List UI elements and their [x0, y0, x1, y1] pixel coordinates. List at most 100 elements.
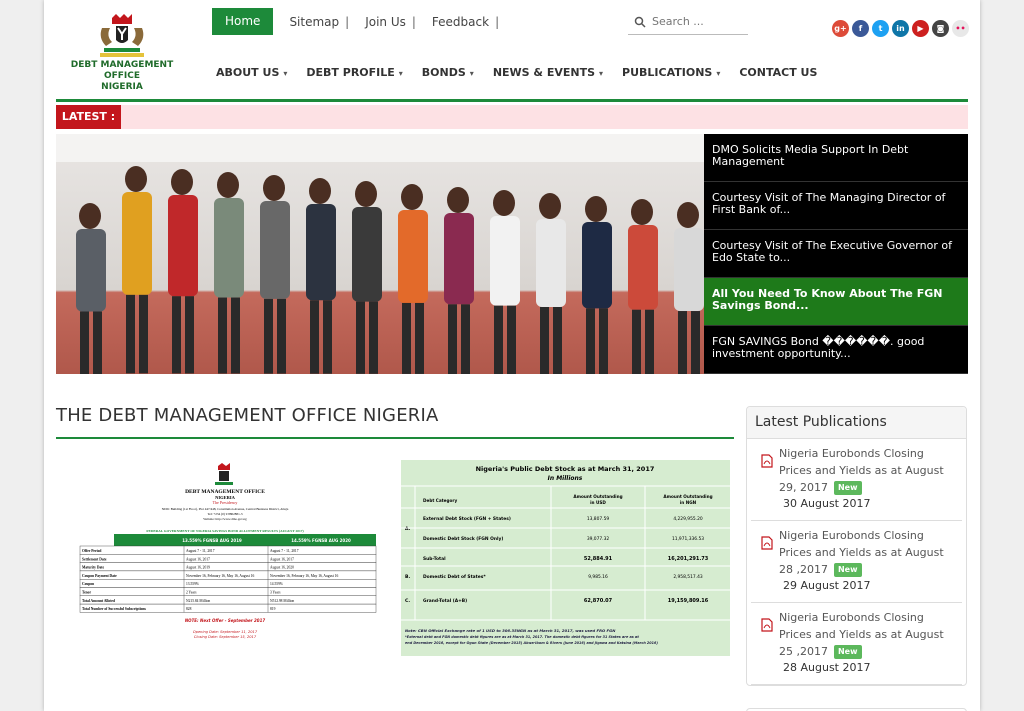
doc2-cell: 9,985.16 [588, 574, 608, 580]
person-leg [507, 305, 516, 374]
site-logo[interactable]: DEBT MANAGEMENT OFFICE NIGERIA [56, 8, 188, 92]
slider-news-item[interactable]: All You Need To Know About The FGN Savin… [704, 278, 968, 326]
latest-publications-panel: Latest Publications Nigeria Eurobonds Cl… [746, 406, 967, 686]
nav-contact-us[interactable]: CONTACT US [739, 66, 817, 79]
publication-link[interactable]: Nigeria Eurobonds Closing Prices and Yie… [779, 527, 959, 578]
doc1-col2: 14.559% FGNSB AUG 2020 [291, 538, 351, 543]
doc2-cell: Sub-Total [423, 556, 446, 562]
person-head [355, 181, 377, 207]
pdf-icon [761, 454, 773, 468]
nav-label: PUBLICATIONS [622, 66, 713, 79]
slider-news-item[interactable]: Courtesy Visit of The Managing Director … [704, 182, 968, 230]
coat-of-arms-icon [90, 8, 154, 58]
person-head [631, 199, 653, 225]
person-body [214, 198, 244, 298]
person-body [168, 195, 198, 297]
nav-publications[interactable]: PUBLICATIONS ▾ [622, 66, 720, 79]
doc2-cell: 52,884.91 [584, 556, 613, 562]
publication-link[interactable]: Nigeria Eurobonds Closing Prices and Yie… [779, 609, 959, 660]
feedback-link[interactable]: Feedback | [432, 15, 499, 29]
header-divider [56, 99, 968, 102]
person-leg [448, 304, 457, 374]
person-head [263, 175, 285, 201]
nav-label: ABOUT US [216, 66, 280, 79]
join-us-label[interactable]: Join Us [365, 15, 406, 29]
instagram-icon[interactable]: ◙ [932, 20, 949, 37]
person-head [401, 184, 423, 210]
facebook-icon[interactable]: f [852, 20, 869, 37]
slide-photo[interactable] [56, 134, 704, 374]
doc1-cell: Coupon [82, 582, 94, 586]
doc2-cell: 13,807.59 [587, 516, 610, 522]
doc2-header-line: in USD [590, 500, 606, 505]
person-body [674, 228, 704, 312]
doc2-note2-line1: *External debt and FGN domestic debt fig… [405, 635, 639, 639]
doc1-row [79, 587, 377, 597]
person-body [76, 229, 106, 312]
person-head [309, 178, 331, 204]
page-title: THE DEBT MANAGEMENT OFFICE NIGERIA [56, 405, 439, 426]
google-plus-icon[interactable]: g+ [832, 20, 849, 37]
publication-link[interactable]: Nigeria Eurobonds Closing Prices and Yie… [779, 445, 959, 496]
doc1-cell: Maturity Date [82, 566, 104, 570]
top-links: Home Sitemap | Join Us | Feedback | [212, 8, 499, 35]
linkedin-icon[interactable]: in [892, 20, 909, 37]
youtube-icon[interactable]: ▶ [912, 20, 929, 37]
doc2-header: Debt Category [423, 498, 457, 503]
doc2-header: Amount Outstanding in USD [573, 494, 622, 505]
doc1-cell: Coupon Payment Date [82, 574, 117, 578]
slider-news-item[interactable]: FGN SAVINGS Bond ������. good investment… [704, 326, 968, 374]
new-badge: New [833, 563, 862, 577]
flickr-icon[interactable]: •• [952, 20, 969, 37]
doc1-sub: The Presidency [213, 500, 238, 505]
nav-news-events[interactable]: NEWS & EVENTS ▾ [493, 66, 603, 79]
person-leg [277, 298, 286, 374]
doc1-website: Website: http://www.dmo.gov.ng [203, 517, 247, 521]
doc2-cell: 39,077.32 [587, 536, 610, 542]
slider-news-item[interactable]: DMO Solicits Media Support In Debt Manag… [704, 134, 968, 182]
join-us-link[interactable]: Join Us | [365, 15, 416, 29]
nav-label: BONDS [421, 66, 466, 79]
person-head [79, 203, 101, 229]
person-head [493, 190, 515, 216]
public-debt-stock-image[interactable]: Nigeria's Public Debt Stock as at March … [401, 460, 730, 656]
home-button[interactable]: Home [212, 8, 274, 35]
person-leg [185, 296, 194, 374]
doc1-heading: FEDERAL GOVERNMENT OF NIGERIA SAVINGS BO… [146, 529, 304, 533]
page-container: DEBT MANAGEMENT OFFICE NIGERIA Home Site… [44, 0, 980, 711]
nav-about-us[interactable]: ABOUT US ▾ [216, 66, 287, 79]
social-links: g+ f t in ▶ ◙ •• [832, 20, 972, 37]
crest-shield [219, 471, 229, 481]
person-body [628, 225, 658, 310]
doc1-row [79, 545, 377, 555]
twitter-icon[interactable]: t [872, 20, 889, 37]
feedback-label[interactable]: Feedback [432, 15, 489, 29]
doc2-cell: Domestic Debt Stock (FGN Only) [423, 536, 503, 542]
doc2-cell: External Debt Stock (FGN + States) [423, 516, 511, 522]
doc1-cell: Settlement Date [82, 557, 107, 561]
person-leg [139, 294, 148, 374]
doc2-note1: Note: CBN Official Exchange rate of 1 US… [405, 628, 616, 633]
person-leg [415, 302, 424, 374]
publication-item: Nigeria Eurobonds Closing Prices and Yie… [751, 603, 962, 685]
nav-debt-profile[interactable]: DEBT PROFILE ▾ [306, 66, 402, 79]
nav-bonds[interactable]: BONDS ▾ [422, 66, 474, 79]
person-leg [632, 309, 641, 374]
new-badge: New [833, 481, 862, 495]
savings-bond-results-image[interactable]: DEBT MANAGEMENT OFFICE NIGERIA The Presi… [66, 460, 384, 650]
search-icon[interactable] [634, 16, 646, 28]
person-leg [93, 311, 102, 374]
doc2-header: Amount Outstanding in NGN [663, 494, 712, 505]
nav-label: NEWS & EVENTS [492, 66, 596, 79]
crest-base [215, 482, 233, 485]
doc2-cell: 62,870.07 [584, 598, 613, 604]
person-body [352, 207, 382, 302]
doc2-cell: 2,958,517.43 [673, 574, 703, 580]
slider-news-item[interactable]: Courtesy Visit of The Executive Governor… [704, 230, 968, 278]
person-head [539, 193, 561, 219]
doc1-cell: N512.98 Million [270, 599, 294, 603]
sitemap-label[interactable]: Sitemap [289, 15, 339, 29]
search-input[interactable] [652, 15, 747, 28]
sitemap-link[interactable]: Sitemap | [289, 15, 349, 29]
separator: | [345, 14, 350, 29]
